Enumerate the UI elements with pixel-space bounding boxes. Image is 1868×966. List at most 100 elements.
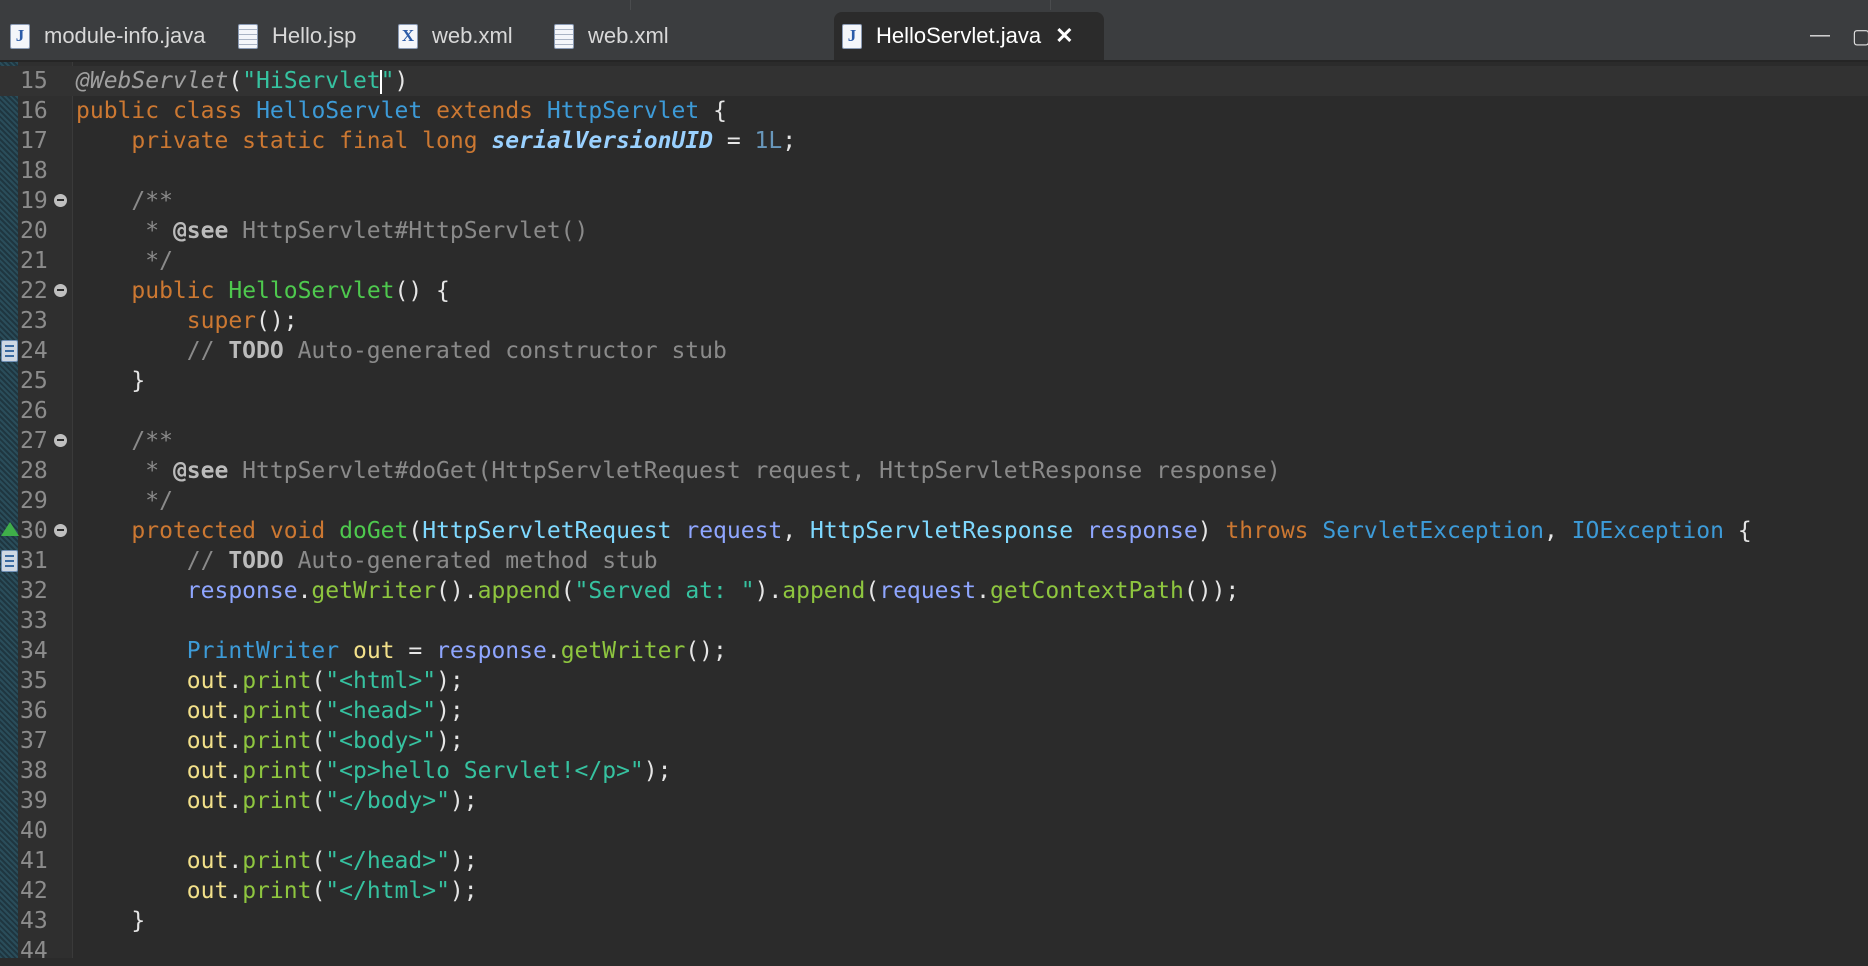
token: /** bbox=[131, 428, 173, 454]
code-line[interactable]: 40 bbox=[0, 816, 1868, 846]
token: HttpServletResponse bbox=[809, 518, 1074, 544]
fold-toggle-icon[interactable] bbox=[54, 284, 67, 297]
task-marker-icon[interactable] bbox=[1, 550, 18, 572]
code-line[interactable]: 42 out.print("</html>"); bbox=[0, 876, 1868, 906]
token: response bbox=[1086, 518, 1198, 544]
code-line[interactable]: 17 private static final long serialVersi… bbox=[0, 126, 1868, 156]
code-line[interactable]: 37 out.print("<body>"); bbox=[0, 726, 1868, 756]
code-line[interactable]: 20 * @see HttpServlet#HttpServlet() bbox=[0, 216, 1868, 246]
toolbar-strip bbox=[0, 0, 1868, 10]
token: print bbox=[242, 698, 312, 724]
tab-web-xml-2[interactable]: web.xml bbox=[546, 12, 677, 60]
code-line[interactable]: 27 /** bbox=[0, 426, 1868, 456]
token: serialVersionUID bbox=[491, 128, 713, 154]
task-marker-icon[interactable] bbox=[1, 340, 18, 362]
code-line[interactable]: 16 public class HelloServlet extends Http… bbox=[0, 96, 1868, 126]
code-line[interactable]: 15 @WebServlet("HiServlet") bbox=[0, 66, 1868, 96]
tab-label: web.xml bbox=[588, 23, 669, 48]
token: HttpServlet#HttpServlet() bbox=[228, 218, 589, 244]
token: HttpServletRequest bbox=[422, 518, 672, 544]
token: out bbox=[352, 638, 395, 664]
tab-hello-jsp[interactable]: Hello.jsp bbox=[230, 12, 364, 60]
token: response bbox=[186, 578, 298, 604]
line-number: 36 bbox=[20, 698, 48, 724]
tab-web-xml-1[interactable]: X web.xml bbox=[390, 12, 521, 60]
code-line[interactable]: 43 } bbox=[0, 906, 1868, 936]
line-number: 38 bbox=[20, 758, 48, 784]
token: HttpServlet bbox=[546, 98, 700, 124]
tab-helloservlet-java[interactable]: J HelloServlet.java ✕ bbox=[834, 12, 1104, 60]
token: print bbox=[242, 668, 312, 694]
code-line[interactable]: 31 // TODO Auto-generated method stub bbox=[0, 546, 1868, 576]
line-number: 20 bbox=[20, 218, 48, 244]
tab-module-info-java[interactable]: J module-info.java bbox=[2, 12, 213, 60]
token: out bbox=[186, 848, 229, 874]
line-number: 17 bbox=[20, 128, 48, 154]
fold-toggle-icon[interactable] bbox=[54, 194, 67, 207]
code-line[interactable]: 32 response.getWriter().append("Served a… bbox=[0, 576, 1868, 606]
maximize-button[interactable]: ▢ bbox=[1852, 24, 1868, 49]
line-number: 33 bbox=[20, 608, 48, 634]
code-line[interactable]: 21 */ bbox=[0, 246, 1868, 276]
line-number: 18 bbox=[20, 158, 48, 184]
token: public bbox=[76, 98, 160, 124]
code-line[interactable]: 41 out.print("</head>"); bbox=[0, 846, 1868, 876]
code-line[interactable]: 24 // TODO Auto-generated constructor st… bbox=[0, 336, 1868, 366]
code-line[interactable]: 19 /** bbox=[0, 186, 1868, 216]
token: * bbox=[131, 218, 173, 244]
token: print bbox=[242, 758, 312, 784]
token: print bbox=[242, 878, 312, 904]
code-line[interactable]: 23 super(); bbox=[0, 306, 1868, 336]
token: HelloServlet bbox=[228, 278, 395, 304]
token: doGet bbox=[339, 518, 409, 544]
close-icon[interactable]: ✕ bbox=[1055, 25, 1073, 47]
code-line[interactable]: 30 protected void doGet(HttpServletReque… bbox=[0, 516, 1868, 546]
override-marker-icon[interactable] bbox=[1, 522, 19, 536]
code-line[interactable]: 38 out.print("<p>hello Servlet!</p>"); bbox=[0, 756, 1868, 786]
token: request bbox=[685, 518, 783, 544]
token: "HiServlet bbox=[242, 68, 381, 94]
token: ServletException bbox=[1322, 518, 1544, 544]
token: response bbox=[436, 638, 547, 664]
token: @see bbox=[172, 218, 229, 244]
token: append bbox=[782, 578, 866, 604]
code-line[interactable]: 35 out.print("<html>"); bbox=[0, 666, 1868, 696]
line-number: 44 bbox=[20, 938, 48, 964]
code-line[interactable]: 25 } bbox=[0, 366, 1868, 396]
java-file-icon: J bbox=[842, 23, 862, 49]
code-line[interactable]: 18 bbox=[0, 156, 1868, 186]
code-line[interactable]: 34 PrintWriter out = response.getWriter(… bbox=[0, 636, 1868, 666]
token: out bbox=[186, 698, 229, 724]
token: print bbox=[242, 788, 312, 814]
line-number: 35 bbox=[20, 668, 48, 694]
token: print bbox=[242, 848, 312, 874]
minimize-button[interactable]: — bbox=[1810, 24, 1830, 47]
token: request bbox=[879, 578, 977, 604]
code-line[interactable]: 28 * @see HttpServlet#doGet(HttpServletR… bbox=[0, 456, 1868, 486]
code-line[interactable]: 44 bbox=[0, 936, 1868, 966]
line-number: 21 bbox=[20, 248, 48, 274]
text-file-icon bbox=[554, 23, 574, 49]
code-editor[interactable]: 15 @WebServlet("HiServlet") 16 public clas… bbox=[0, 62, 1868, 964]
token: out bbox=[186, 758, 229, 784]
code-line[interactable]: 29 */ bbox=[0, 486, 1868, 516]
token: print bbox=[242, 728, 312, 754]
fold-toggle-icon[interactable] bbox=[54, 524, 67, 537]
token: // bbox=[186, 338, 229, 364]
code-line[interactable]: 36 out.print("<head>"); bbox=[0, 696, 1868, 726]
code-line[interactable]: 39 out.print("</body>"); bbox=[0, 786, 1868, 816]
token: private static final long bbox=[131, 128, 478, 154]
code-area[interactable]: 15 @WebServlet("HiServlet") 16 public clas… bbox=[0, 66, 1868, 966]
code-line[interactable]: 26 bbox=[0, 396, 1868, 426]
fold-toggle-icon[interactable] bbox=[54, 434, 67, 447]
token: TODO bbox=[228, 548, 284, 574]
line-number: 34 bbox=[20, 638, 48, 664]
token: "<html>" bbox=[325, 668, 437, 694]
code-line[interactable]: 33 bbox=[0, 606, 1868, 636]
code-line[interactable]: 22 public HelloServlet() { bbox=[0, 276, 1868, 306]
line-number: 42 bbox=[20, 878, 48, 904]
token: PrintWriter bbox=[186, 638, 340, 664]
token: /** bbox=[131, 188, 173, 214]
line-number: 41 bbox=[20, 848, 48, 874]
line-number: 25 bbox=[20, 368, 48, 394]
